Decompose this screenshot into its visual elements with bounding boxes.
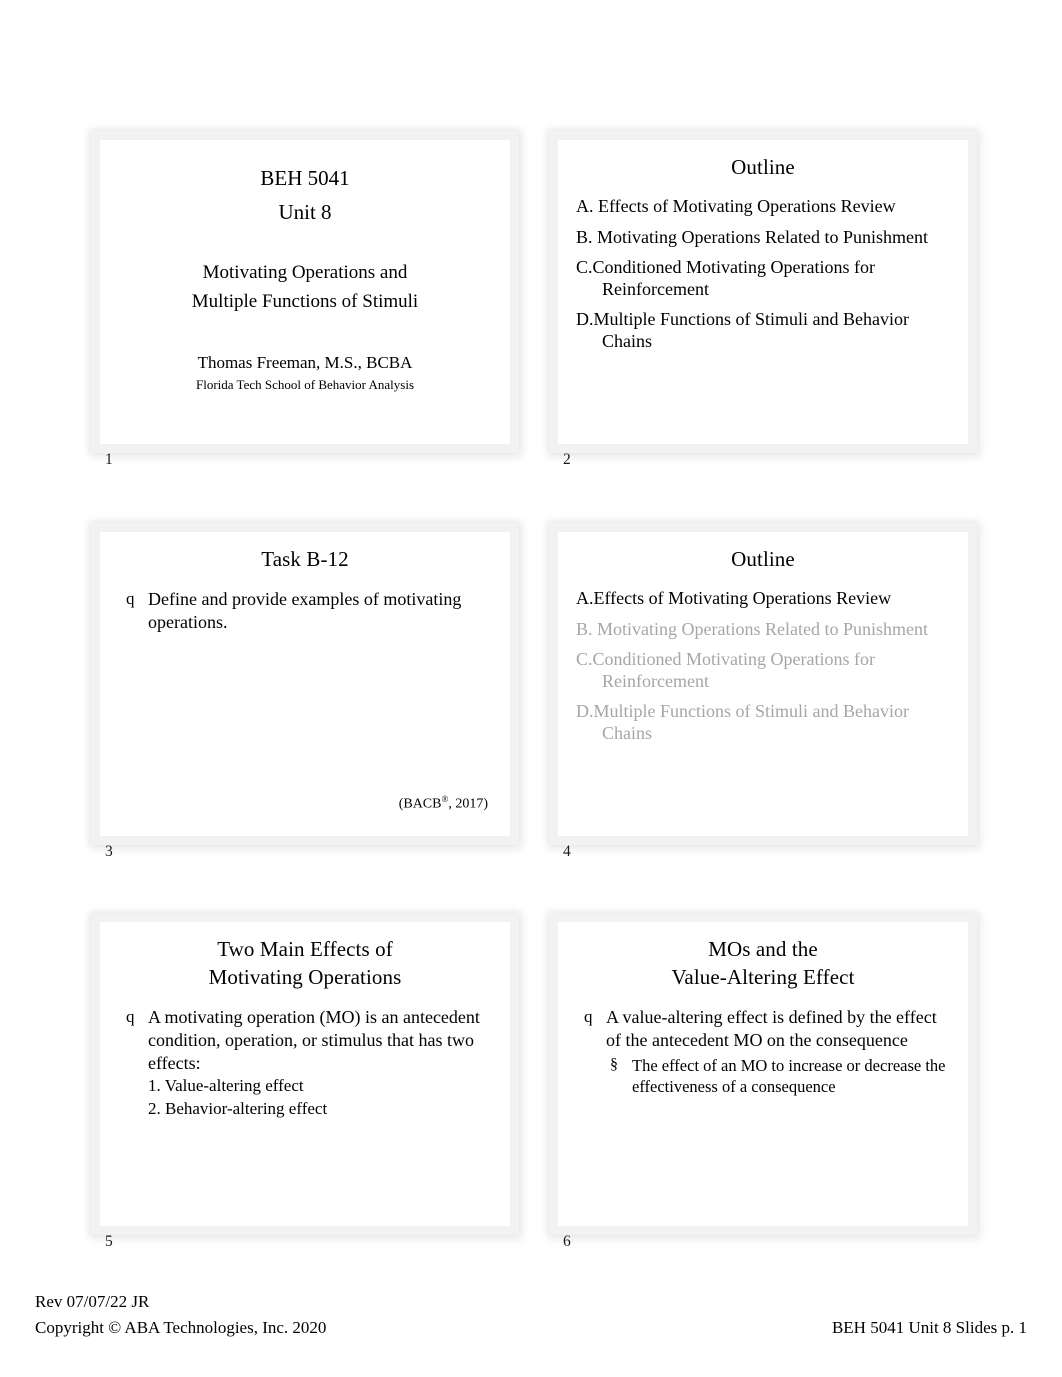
slide-number-4: 4 bbox=[563, 843, 571, 860]
slide-4[interactable]: Outline A.Effects of Motivating Operatio… bbox=[558, 532, 968, 836]
bullet-item: q A motivating operation (MO) is an ante… bbox=[118, 1006, 492, 1121]
outline-item-label: B. Motivating Operations Related to Puni… bbox=[576, 618, 928, 639]
slide-6-title-line-1: MOs and the bbox=[708, 937, 818, 961]
footer-revision: Rev 07/07/22 JR bbox=[35, 1292, 150, 1311]
footer-left: Rev 07/07/22 JR Copyright © ABA Technolo… bbox=[35, 1289, 326, 1342]
slide-5-content: Two Main Effects of Motivating Operation… bbox=[100, 922, 510, 1226]
slide-3-bullet-list: q Define and provide examples of motivat… bbox=[118, 588, 492, 634]
slide-6-title-line-2: Value-Altering Effect bbox=[671, 964, 855, 989]
slide-cell-4: Outline A.Effects of Motivating Operatio… bbox=[558, 532, 968, 862]
outline-item-label: A. Effects of Motivating Operations Revi… bbox=[576, 195, 896, 216]
slide-3-title: Task B-12 bbox=[118, 546, 492, 574]
bullet-item: q Define and provide examples of motivat… bbox=[118, 588, 492, 634]
slide-3-content: Task B-12 q Define and provide examples … bbox=[100, 532, 510, 836]
bullet-text: A motivating operation (MO) is an antece… bbox=[148, 1006, 480, 1073]
outline-item-active: A.Effects of Motivating Operations Revie… bbox=[576, 588, 950, 610]
slide-2[interactable]: Outline A. Effects of Motivating Operati… bbox=[558, 140, 968, 444]
slide-2-outline-list: A. Effects of Motivating Operations Revi… bbox=[576, 196, 950, 353]
slide-4-content: Outline A.Effects of Motivating Operatio… bbox=[558, 532, 968, 836]
slide-number-3: 3 bbox=[105, 843, 113, 860]
slide-cell-3: Task B-12 q Define and provide examples … bbox=[100, 532, 510, 862]
slide-grid: BEH 5041 Unit 8 Motivating Operations an… bbox=[0, 0, 1062, 1260]
outline-item-label: A.Effects of Motivating Operations Revie… bbox=[576, 587, 892, 608]
slide-2-content: Outline A. Effects of Motivating Operati… bbox=[558, 140, 968, 444]
slide-5-title-line-2: Motivating Operations bbox=[208, 964, 402, 989]
slide-number-6: 6 bbox=[563, 1233, 571, 1250]
outline-item-label: D.Multiple Functions of Stimuli and Beha… bbox=[576, 701, 909, 743]
square-bullet-icon: q bbox=[126, 1006, 135, 1026]
slide-2-title: Outline bbox=[576, 154, 950, 182]
outline-item-label: B. Motivating Operations Related to Puni… bbox=[576, 226, 928, 247]
slide-6-title: MOs and the Value-Altering Effect bbox=[576, 936, 950, 992]
outline-item-label: C.Conditioned Motivating Operations for … bbox=[576, 257, 875, 299]
numbered-item: 2. Behavior-altering effect bbox=[148, 1099, 328, 1119]
slide-number-2: 2 bbox=[563, 451, 571, 468]
outline-item-label: D.Multiple Functions of Stimuli and Beha… bbox=[576, 309, 909, 351]
slide-1-title-line-2: Unit 8 bbox=[278, 199, 332, 224]
slide-5-numbered-list: 1. Value-altering effect 2. Behavior-alt… bbox=[148, 1075, 492, 1120]
slide-2-title-line-1: Outline bbox=[731, 155, 795, 179]
slide-1-subtitle-line-1: Motivating Operations and bbox=[202, 262, 408, 284]
slide-cell-6: MOs and the Value-Altering Effect q A va… bbox=[558, 922, 968, 1252]
slide-6-sub-bullet-list: § The effect of an MO to increase or dec… bbox=[606, 1055, 950, 1098]
citation-tail: , 2017) bbox=[448, 797, 488, 812]
footer-page-label: BEH 5041 Unit 8 Slides p. 1 bbox=[831, 1318, 1027, 1337]
sub-bullet-text: The effect of an MO to increase or decre… bbox=[632, 1055, 946, 1096]
slide-1[interactable]: BEH 5041 Unit 8 Motivating Operations an… bbox=[100, 140, 510, 444]
slide-5[interactable]: Two Main Effects of Motivating Operation… bbox=[100, 922, 510, 1226]
outline-item-dimmed: D.Multiple Functions of Stimuli and Beha… bbox=[576, 701, 950, 744]
slide-5-title: Two Main Effects of Motivating Operation… bbox=[118, 936, 492, 992]
slide-6[interactable]: MOs and the Value-Altering Effect q A va… bbox=[558, 922, 968, 1226]
slide-number-1: 1 bbox=[105, 451, 113, 468]
slide-1-title: BEH 5041 Unit 8 bbox=[118, 162, 492, 229]
slide-6-bullet-list: q A value-altering effect is defined by … bbox=[576, 1006, 950, 1098]
slide-6-content: MOs and the Value-Altering Effect q A va… bbox=[558, 922, 968, 1226]
page-footer: Rev 07/07/22 JR Copyright © ABA Technolo… bbox=[0, 1277, 1062, 1377]
slide-4-outline-list: A.Effects of Motivating Operations Revie… bbox=[576, 588, 950, 745]
handout-page: BEH 5041 Unit 8 Motivating Operations an… bbox=[0, 0, 1062, 1377]
slide-cell-1: BEH 5041 Unit 8 Motivating Operations an… bbox=[100, 140, 510, 470]
section-bullet-icon: § bbox=[610, 1055, 618, 1073]
outline-item: B. Motivating Operations Related to Puni… bbox=[576, 227, 950, 249]
slide-3-title-line-1: Task B-12 bbox=[261, 547, 349, 571]
sub-bullet-item: § The effect of an MO to increase or dec… bbox=[606, 1055, 950, 1098]
numbered-item: 1. Value-altering effect bbox=[148, 1076, 304, 1096]
outline-item-dimmed: B. Motivating Operations Related to Puni… bbox=[576, 619, 950, 641]
outline-item: D.Multiple Functions of Stimuli and Beha… bbox=[576, 309, 950, 352]
bullet-text: Define and provide examples of motivatin… bbox=[148, 588, 462, 632]
slide-4-title: Outline bbox=[576, 546, 950, 574]
outline-item: A. Effects of Motivating Operations Revi… bbox=[576, 196, 950, 218]
slide-1-title-line-1: BEH 5041 bbox=[260, 166, 350, 190]
slide-1-content: BEH 5041 Unit 8 Motivating Operations an… bbox=[100, 140, 510, 444]
slide-1-subtitle: Motivating Operations and Multiple Funct… bbox=[118, 259, 492, 316]
slide-5-title-line-1: Two Main Effects of bbox=[217, 937, 393, 961]
square-bullet-icon: q bbox=[584, 1006, 593, 1026]
slide-1-subtitle-line-2: Multiple Functions of Stimuli bbox=[191, 290, 419, 312]
citation-head: (BACB bbox=[398, 797, 442, 812]
footer-copyright: Copyright © ABA Technologies, Inc. 2020 bbox=[35, 1318, 327, 1338]
outline-item: C.Conditioned Motivating Operations for … bbox=[576, 257, 950, 300]
square-bullet-icon: q bbox=[126, 588, 135, 608]
slide-1-affiliation: Florida Tech School of Behavior Analysis bbox=[195, 377, 415, 393]
slide-1-author: Thomas Freeman, M.S., BCBA bbox=[197, 353, 413, 373]
outline-item-dimmed: C.Conditioned Motivating Operations for … bbox=[576, 649, 950, 692]
slide-5-bullet-list: q A motivating operation (MO) is an ante… bbox=[118, 1006, 492, 1121]
slide-cell-5: Two Main Effects of Motivating Operation… bbox=[100, 922, 510, 1252]
bullet-text: A value-altering effect is defined by th… bbox=[606, 1006, 937, 1050]
slide-number-5: 5 bbox=[105, 1233, 113, 1250]
outline-item-label: C.Conditioned Motivating Operations for … bbox=[576, 649, 875, 691]
bullet-item: q A value-altering effect is defined by … bbox=[576, 1006, 950, 1098]
slide-3-citation: (BACB®, 2017) bbox=[399, 795, 488, 812]
slide-4-title-line-1: Outline bbox=[731, 547, 795, 571]
slide-3[interactable]: Task B-12 q Define and provide examples … bbox=[100, 532, 510, 836]
slide-cell-2: Outline A. Effects of Motivating Operati… bbox=[558, 140, 968, 470]
